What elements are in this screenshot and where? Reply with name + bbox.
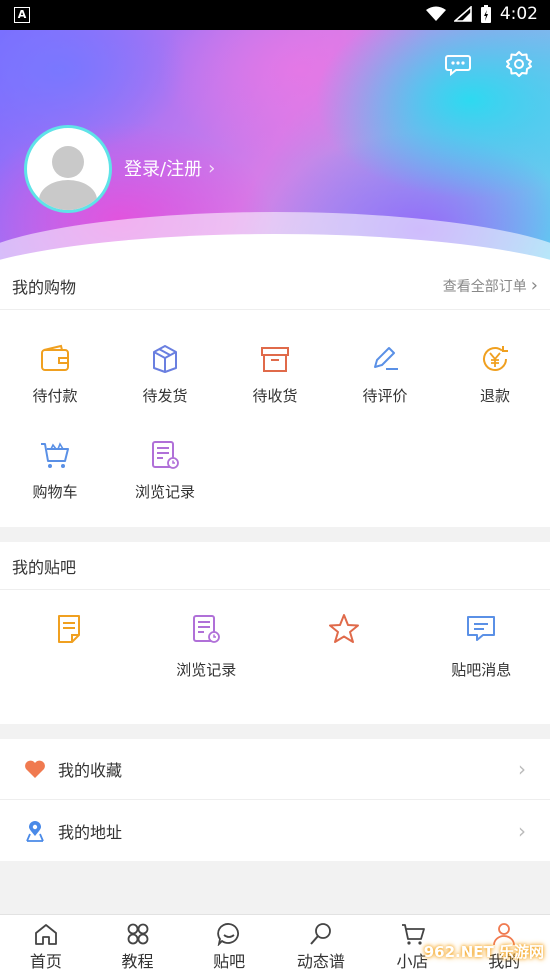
pending-review-button[interactable]: 待评价 (330, 326, 440, 422)
settings-list: 我的收藏 › 我的地址 › (0, 739, 550, 861)
history-doc-icon (152, 440, 179, 469)
chevron-right-icon: › (530, 275, 538, 296)
shopping-cart-button[interactable]: 购物车 (0, 422, 110, 518)
avatar[interactable] (24, 125, 112, 213)
item-label: 待评价 (362, 386, 408, 405)
watermark-text: 962.NET 乐游网 (423, 942, 544, 961)
battery-icon (480, 5, 491, 23)
chat-bubble-icon (217, 923, 240, 946)
pen-icon (374, 346, 398, 370)
tieba-browse-history-button[interactable]: 浏览记录 (138, 590, 276, 700)
favorites-star-button[interactable] (275, 590, 413, 700)
note-icon (57, 615, 80, 643)
login-label: 登录/注册 (124, 159, 203, 180)
row-label: 我的收藏 (58, 761, 123, 780)
shopping-section: 我的购物 查看全部订单 › 待付款 待发货 待收货 待评价 退款 购物车 浏览记… (0, 262, 550, 527)
status-icons: 4:02 (425, 4, 538, 24)
tieba-section: 我的贴吧 浏览记录 贴吧消息 (0, 542, 550, 724)
nav-label: 教程 (121, 952, 154, 971)
my-favorites-row[interactable]: 我的收藏 › (0, 739, 550, 800)
login-register-link[interactable]: 登录/注册 › (124, 155, 215, 181)
item-label: 待发货 (142, 386, 188, 405)
tieba-title: 我的贴吧 (12, 557, 77, 577)
message-bubble-icon[interactable] (444, 50, 472, 78)
row-left: 我的地址 (24, 819, 122, 843)
refund-button[interactable]: 退款 (440, 326, 550, 422)
avatar-body (39, 180, 97, 210)
view-all-orders-link[interactable]: 查看全部订单 › (443, 275, 538, 296)
star-icon (328, 614, 359, 643)
history-doc-icon (193, 615, 221, 643)
yen-refund-icon (483, 345, 508, 371)
nav-tieba[interactable]: 贴吧 (183, 915, 275, 979)
signal-icon (453, 6, 472, 22)
nav-tutorial[interactable]: 教程 (92, 915, 184, 979)
item-label: 待收货 (252, 386, 298, 405)
search-icon (310, 923, 331, 945)
status-bar: A 4:02 (0, 0, 550, 30)
shopping-header: 我的购物 查看全部订单 › (0, 262, 550, 310)
row-label: 我的地址 (58, 822, 123, 842)
package-icon (153, 344, 177, 373)
chevron-right-icon: › (518, 757, 526, 781)
item-label: 退款 (479, 386, 510, 405)
avatar-head (52, 146, 84, 178)
tieba-messages-button[interactable]: 贴吧消息 (413, 590, 550, 700)
shopping-title: 我的购物 (12, 277, 77, 297)
grid-icon (127, 923, 148, 945)
pending-receipt-button[interactable]: 待收货 (220, 326, 330, 422)
cart-icon (41, 441, 69, 468)
wifi-icon (425, 6, 446, 21)
item-label: 购物车 (32, 482, 78, 501)
item-label: 浏览记录 (134, 482, 195, 501)
nav-dynamic-score[interactable]: 动态谱 (275, 915, 367, 979)
item-label: 浏览记录 (176, 661, 237, 679)
nav-home[interactable]: 首页 (0, 915, 92, 979)
message-icon (467, 616, 496, 641)
tieba-header: 我的贴吧 (0, 542, 550, 590)
box-icon (261, 346, 289, 372)
heart-icon (25, 760, 45, 778)
clock: 4:02 (499, 4, 538, 24)
view-all-orders-label: 查看全部订单 (442, 278, 527, 295)
shopping-grid: 待付款 待发货 待收货 待评价 退款 购物车 浏览记录 (0, 310, 550, 518)
my-posts-button[interactable] (0, 590, 138, 700)
nav-label: 贴吧 (213, 952, 246, 971)
watermark-logo: 962.NET 乐游网 (404, 929, 544, 973)
tieba-grid: 浏览记录 贴吧消息 (0, 590, 550, 700)
nav-label: 首页 (29, 952, 62, 971)
location-icon (26, 820, 44, 842)
notification-badge: A (14, 7, 30, 23)
browse-history-button[interactable]: 浏览记录 (110, 422, 220, 518)
chevron-right-icon: › (518, 818, 526, 843)
nav-label: 动态谱 (296, 952, 345, 971)
row-left: 我的收藏 (24, 757, 122, 781)
pending-payment-button[interactable]: 待付款 (0, 326, 110, 422)
my-address-row[interactable]: 我的地址 › (0, 800, 550, 861)
chevron-right-icon: › (208, 157, 216, 179)
settings-gear-icon[interactable] (505, 50, 533, 78)
item-label: 待付款 (32, 386, 78, 405)
wallet-icon (41, 344, 69, 371)
item-label: 贴吧消息 (451, 661, 512, 679)
home-icon (34, 924, 57, 945)
pending-shipment-button[interactable]: 待发货 (110, 326, 220, 422)
